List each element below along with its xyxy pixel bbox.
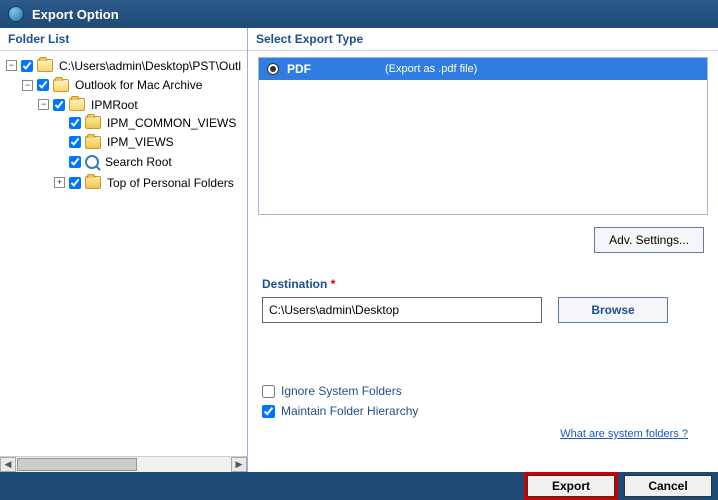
ignore-label: Ignore System Folders: [281, 384, 402, 398]
destination-label-text: Destination: [262, 277, 327, 291]
window-title: Export Option: [32, 7, 119, 22]
folder-icon: [85, 136, 101, 149]
destination-label: Destination *: [262, 277, 335, 291]
export-highlight: Export: [524, 472, 618, 500]
scroll-left-icon[interactable]: ◀: [0, 457, 16, 472]
folder-open-icon: [53, 79, 69, 92]
system-folders-link[interactable]: What are system folders ?: [560, 428, 688, 440]
ignore-checkbox[interactable]: [262, 385, 275, 398]
folder-tree[interactable]: − C:\Users\admin\Desktop\PST\Outl − Outl…: [0, 51, 247, 456]
export-type-name: PDF: [287, 62, 377, 76]
radio-selected-icon[interactable]: [267, 63, 279, 75]
spacer: [54, 137, 65, 148]
maintain-checkbox[interactable]: [262, 405, 275, 418]
tree-checkbox[interactable]: [37, 79, 49, 91]
scroll-right-icon[interactable]: ▶: [231, 457, 247, 472]
scroll-track[interactable]: [138, 457, 231, 472]
browse-button[interactable]: Browse: [558, 297, 668, 323]
maintain-label: Maintain Folder Hierarchy: [281, 404, 418, 418]
tree-node-item[interactable]: IPM_VIEWS: [54, 133, 176, 151]
tree-label: C:\Users\admin\Desktop\PST\Outl: [57, 57, 243, 75]
tree-label: IPMRoot: [89, 96, 140, 114]
tree-checkbox[interactable]: [53, 99, 65, 111]
tree-checkbox[interactable]: [69, 136, 81, 148]
tree-label: IPM_COMMON_VIEWS: [105, 114, 238, 132]
folder-list-header: Folder List: [0, 28, 247, 51]
collapse-icon[interactable]: −: [38, 99, 49, 110]
app-icon: [8, 6, 24, 22]
tree-checkbox[interactable]: [21, 60, 33, 72]
folder-icon: [85, 116, 101, 129]
tree-label: Search Root: [103, 153, 174, 171]
tree-checkbox[interactable]: [69, 117, 81, 129]
window-titlebar: Export Option: [0, 0, 718, 28]
tree-checkbox[interactable]: [69, 156, 81, 168]
destination-input[interactable]: [262, 297, 542, 323]
adv-settings-button[interactable]: Adv. Settings...: [594, 227, 704, 253]
export-type-header: Select Export Type: [248, 28, 718, 51]
folder-open-icon: [69, 98, 85, 111]
spacer: [54, 156, 65, 167]
folder-open-icon: [37, 59, 53, 72]
export-type-pdf[interactable]: PDF (Export as .pdf file): [259, 58, 707, 80]
tree-node-item[interactable]: + Top of Personal Folders: [54, 174, 236, 192]
collapse-icon[interactable]: −: [6, 60, 17, 71]
cancel-button[interactable]: Cancel: [624, 475, 712, 497]
export-type-list: PDF (Export as .pdf file): [258, 57, 708, 215]
horizontal-scrollbar[interactable]: ◀ ▶: [0, 456, 247, 472]
export-type-desc: (Export as .pdf file): [385, 63, 477, 75]
tree-node-ipmroot[interactable]: − IPMRoot: [38, 96, 140, 114]
tree-node-item[interactable]: Search Root: [54, 153, 174, 171]
footer-bar: Export Cancel: [0, 472, 718, 500]
tree-checkbox[interactable]: [69, 177, 81, 189]
expand-icon[interactable]: +: [54, 177, 65, 188]
search-icon: [85, 155, 99, 169]
tree-node-root[interactable]: − C:\Users\admin\Desktop\PST\Outl: [6, 57, 243, 75]
spacer: [54, 117, 65, 128]
required-asterisk: *: [331, 277, 336, 291]
tree-node-item[interactable]: IPM_COMMON_VIEWS: [54, 114, 238, 132]
tree-label: Top of Personal Folders: [105, 174, 236, 192]
tree-node-archive[interactable]: − Outlook for Mac Archive: [22, 76, 204, 94]
tree-label: Outlook for Mac Archive: [73, 76, 204, 94]
folder-icon: [85, 176, 101, 189]
ignore-system-folders-option[interactable]: Ignore System Folders: [262, 381, 704, 401]
scroll-thumb[interactable]: [17, 458, 137, 471]
export-button[interactable]: Export: [527, 475, 615, 497]
collapse-icon[interactable]: −: [22, 80, 33, 91]
maintain-hierarchy-option[interactable]: Maintain Folder Hierarchy: [262, 401, 704, 421]
tree-label: IPM_VIEWS: [105, 133, 176, 151]
